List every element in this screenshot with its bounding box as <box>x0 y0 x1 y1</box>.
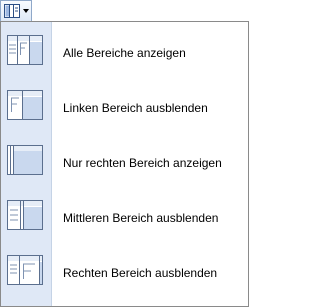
menu-item-hide-middle-pane[interactable]: Mittleren Bereich ausblenden <box>1 190 248 245</box>
right-pane-only-icon <box>7 145 43 175</box>
menu-item-label: Mittleren Bereich ausblenden <box>63 210 219 225</box>
all-panes-icon <box>7 35 43 65</box>
view-layout-menu: Alle Bereiche anzeigen Linken Bereich au… <box>0 21 249 307</box>
menu-item-hide-left-pane[interactable]: Linken Bereich ausblenden <box>1 80 248 135</box>
menu-item-label: Linken Bereich ausblenden <box>63 100 208 115</box>
menu-item-hide-right-pane[interactable]: Rechten Bereich ausblenden <box>1 245 248 300</box>
menu-item-label: Rechten Bereich ausblenden <box>63 265 218 280</box>
hide-right-pane-icon <box>7 255 43 285</box>
menu-item-right-pane-only[interactable]: Nur rechten Bereich anzeigen <box>1 135 248 190</box>
hide-middle-pane-icon <box>7 200 43 230</box>
dropdown-arrow-icon <box>23 9 29 13</box>
hide-left-pane-icon <box>7 90 43 120</box>
menu-item-label: Alle Bereiche anzeigen <box>63 45 186 60</box>
menu-item-label: Nur rechten Bereich anzeigen <box>63 155 222 170</box>
view-layout-dropdown-button[interactable] <box>0 0 32 22</box>
view-panes-icon <box>4 4 20 18</box>
menu-item-show-all-panes[interactable]: Alle Bereiche anzeigen <box>1 25 248 80</box>
